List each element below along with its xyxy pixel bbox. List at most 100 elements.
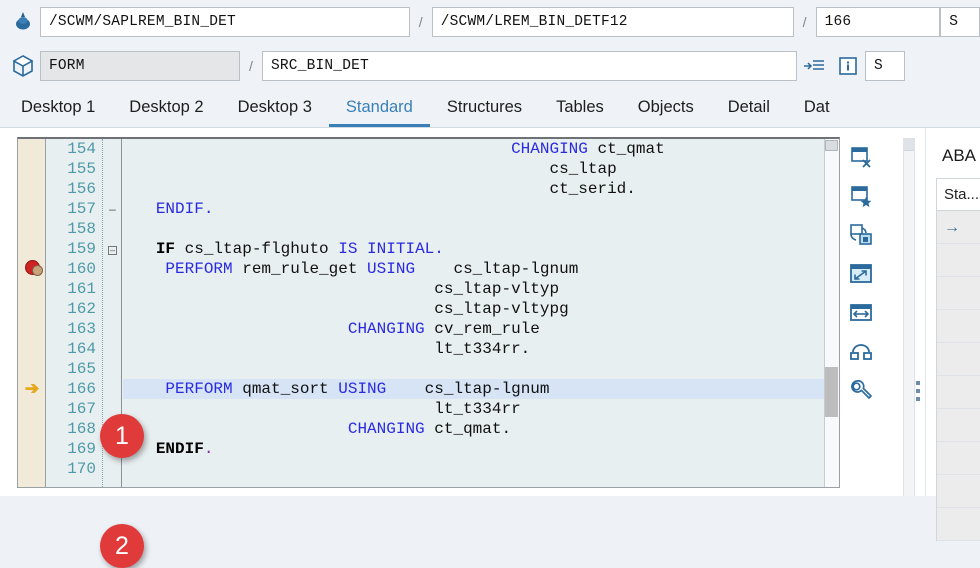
right-panel-table: Sta... → bbox=[936, 178, 980, 541]
close-window-icon[interactable] bbox=[841, 137, 881, 176]
gutter-marker-slot[interactable] bbox=[18, 159, 45, 179]
code-line[interactable]: IF cs_ltap-flghuto IS INITIAL. bbox=[123, 239, 839, 259]
object-tail-field[interactable]: S bbox=[865, 51, 905, 81]
gutter-marker-slot[interactable] bbox=[18, 139, 45, 159]
tab-detail[interactable]: Detail bbox=[711, 89, 787, 127]
splitter-top-button[interactable] bbox=[904, 139, 914, 151]
program-tail-field[interactable]: S bbox=[940, 7, 980, 37]
program-name-field[interactable]: /SCWM/SAPLREM_BIN_DET bbox=[40, 7, 410, 37]
gutter-marker-slot[interactable] bbox=[18, 439, 45, 459]
info-icon[interactable] bbox=[831, 51, 865, 81]
include-name-field[interactable]: /SCWM/LREM_BIN_DETF12 bbox=[431, 7, 794, 37]
object-type-field[interactable]: FORM bbox=[40, 51, 240, 81]
annotation-badge-1: 1 bbox=[100, 414, 144, 458]
code-line[interactable]: CHANGING ct_qmat. bbox=[123, 419, 839, 439]
code-line[interactable]: lt_t334rr bbox=[123, 399, 839, 419]
gutter-marker-slot[interactable] bbox=[18, 179, 45, 199]
code-line[interactable]: PERFORM rem_rule_get USING cs_ltap-lgnum bbox=[123, 259, 839, 279]
tab-desktop-3[interactable]: Desktop 3 bbox=[221, 89, 329, 127]
tab-desktop-1[interactable]: Desktop 1 bbox=[4, 89, 112, 127]
favorite-window-icon[interactable] bbox=[841, 176, 881, 215]
gutter-marker-slot[interactable] bbox=[18, 219, 45, 239]
code-token: USING bbox=[367, 260, 416, 278]
gutter-marker-slot[interactable] bbox=[18, 399, 45, 419]
resize-horizontal-icon[interactable] bbox=[841, 293, 881, 332]
gutter-marker-slot[interactable] bbox=[18, 299, 45, 319]
gutter-marker-slot[interactable] bbox=[18, 199, 45, 219]
line-number-field[interactable]: 166 bbox=[815, 7, 941, 37]
editor-vertical-scrollbar[interactable] bbox=[824, 139, 839, 487]
code-line[interactable]: cs_ltap-vltypg bbox=[123, 299, 839, 319]
scrollbar-top-button[interactable] bbox=[825, 140, 838, 151]
table-row[interactable]: → bbox=[937, 211, 980, 244]
wrench-settings-icon[interactable] bbox=[841, 371, 881, 410]
panel-splitter[interactable] bbox=[903, 138, 915, 496]
table-row[interactable] bbox=[937, 442, 980, 475]
table-row[interactable] bbox=[937, 475, 980, 508]
code-line[interactable]: cs_ltap bbox=[123, 159, 839, 179]
right-panel-title: ABA bbox=[942, 146, 977, 165]
gutter-marker-slot[interactable] bbox=[18, 459, 45, 479]
fold-slot bbox=[104, 299, 121, 319]
gutter-marker-slot[interactable] bbox=[18, 319, 45, 339]
tab-bar: Desktop 1 Desktop 2 Desktop 3 Standard Struc… bbox=[0, 88, 980, 128]
table-row[interactable] bbox=[937, 310, 980, 343]
fold-toggle[interactable]: – bbox=[104, 199, 121, 219]
tab-desktop-2[interactable]: Desktop 2 bbox=[112, 89, 220, 127]
table-column-header[interactable]: Sta... bbox=[937, 179, 980, 211]
group-windows-icon[interactable] bbox=[841, 332, 881, 371]
code-line[interactable] bbox=[123, 359, 839, 379]
code-line[interactable]: CHANGING ct_qmat bbox=[123, 139, 839, 159]
fold-slot bbox=[104, 139, 121, 159]
object-name-field[interactable]: SRC_BIN_DET bbox=[262, 51, 797, 81]
table-row[interactable] bbox=[937, 244, 980, 277]
tab-objects[interactable]: Objects bbox=[621, 89, 711, 127]
header: /SCWM/SAPLREM_BIN_DET / /SCWM/LREM_BIN_D… bbox=[0, 0, 980, 88]
current-statement-arrow-icon[interactable]: ➔ bbox=[18, 379, 45, 399]
gutter-marker-slot[interactable] bbox=[18, 239, 45, 259]
line-number: 156 bbox=[67, 180, 96, 198]
gutter-marker-slot[interactable] bbox=[18, 419, 45, 439]
line-number: 164 bbox=[67, 340, 96, 358]
tab-structures[interactable]: Structures bbox=[430, 89, 539, 127]
table-row[interactable] bbox=[937, 409, 980, 442]
gutter-marker-slot[interactable] bbox=[18, 339, 45, 359]
code-line[interactable] bbox=[123, 459, 839, 479]
code-line[interactable]: ENDIF. bbox=[123, 199, 839, 219]
code-line[interactable]: PERFORM qmat_sort USING cs_ltap-lgnum bbox=[123, 379, 839, 399]
restore-layout-icon[interactable] bbox=[841, 215, 881, 254]
editor-marker-gutter[interactable]: ➔ bbox=[18, 139, 46, 487]
editor-code-area[interactable]: CHANGING ct_qmat cs_ltap ct_serid. ENDIF… bbox=[123, 139, 839, 487]
code-line[interactable]: ct_serid. bbox=[123, 179, 839, 199]
code-token: rem_rule_get bbox=[232, 260, 368, 278]
tab-tables[interactable]: Tables bbox=[539, 89, 621, 127]
code-line[interactable]: CHANGING cv_rem_rule bbox=[123, 319, 839, 339]
table-row[interactable] bbox=[937, 277, 980, 310]
code-line[interactable]: cs_ltap-vltyp bbox=[123, 279, 839, 299]
tab-standard[interactable]: Standard bbox=[328, 89, 430, 127]
line-number: 168 bbox=[67, 420, 96, 438]
code-token: cs_ltap-lgnum bbox=[415, 260, 579, 278]
indent-list-icon[interactable] bbox=[797, 51, 831, 81]
program-tree-icon bbox=[6, 7, 40, 37]
code-token: cs_ltap-flghuto bbox=[175, 240, 339, 258]
code-line[interactable] bbox=[123, 219, 839, 239]
scrollbar-thumb[interactable] bbox=[825, 367, 838, 417]
table-row[interactable] bbox=[937, 376, 980, 409]
code-line[interactable]: ENDIF. bbox=[123, 439, 839, 459]
fold-toggle[interactable]: – bbox=[104, 239, 121, 259]
line-number: 155 bbox=[67, 160, 96, 178]
splitter-drag-handle[interactable] bbox=[916, 381, 921, 405]
resize-diagonal-icon[interactable] bbox=[841, 254, 881, 293]
table-row[interactable] bbox=[937, 343, 980, 376]
code-token: IF bbox=[155, 240, 176, 258]
code-token: ct_qmat bbox=[587, 140, 665, 158]
code-line[interactable]: lt_t334rr. bbox=[123, 339, 839, 359]
fold-slot bbox=[104, 159, 121, 179]
line-number: 167 bbox=[67, 400, 96, 418]
breakpoint-icon[interactable] bbox=[18, 259, 45, 279]
tab-dat[interactable]: Dat bbox=[787, 89, 847, 127]
gutter-marker-slot[interactable] bbox=[18, 359, 45, 379]
code-token: cv_rem_rule bbox=[424, 320, 540, 338]
gutter-marker-slot[interactable] bbox=[18, 279, 45, 299]
